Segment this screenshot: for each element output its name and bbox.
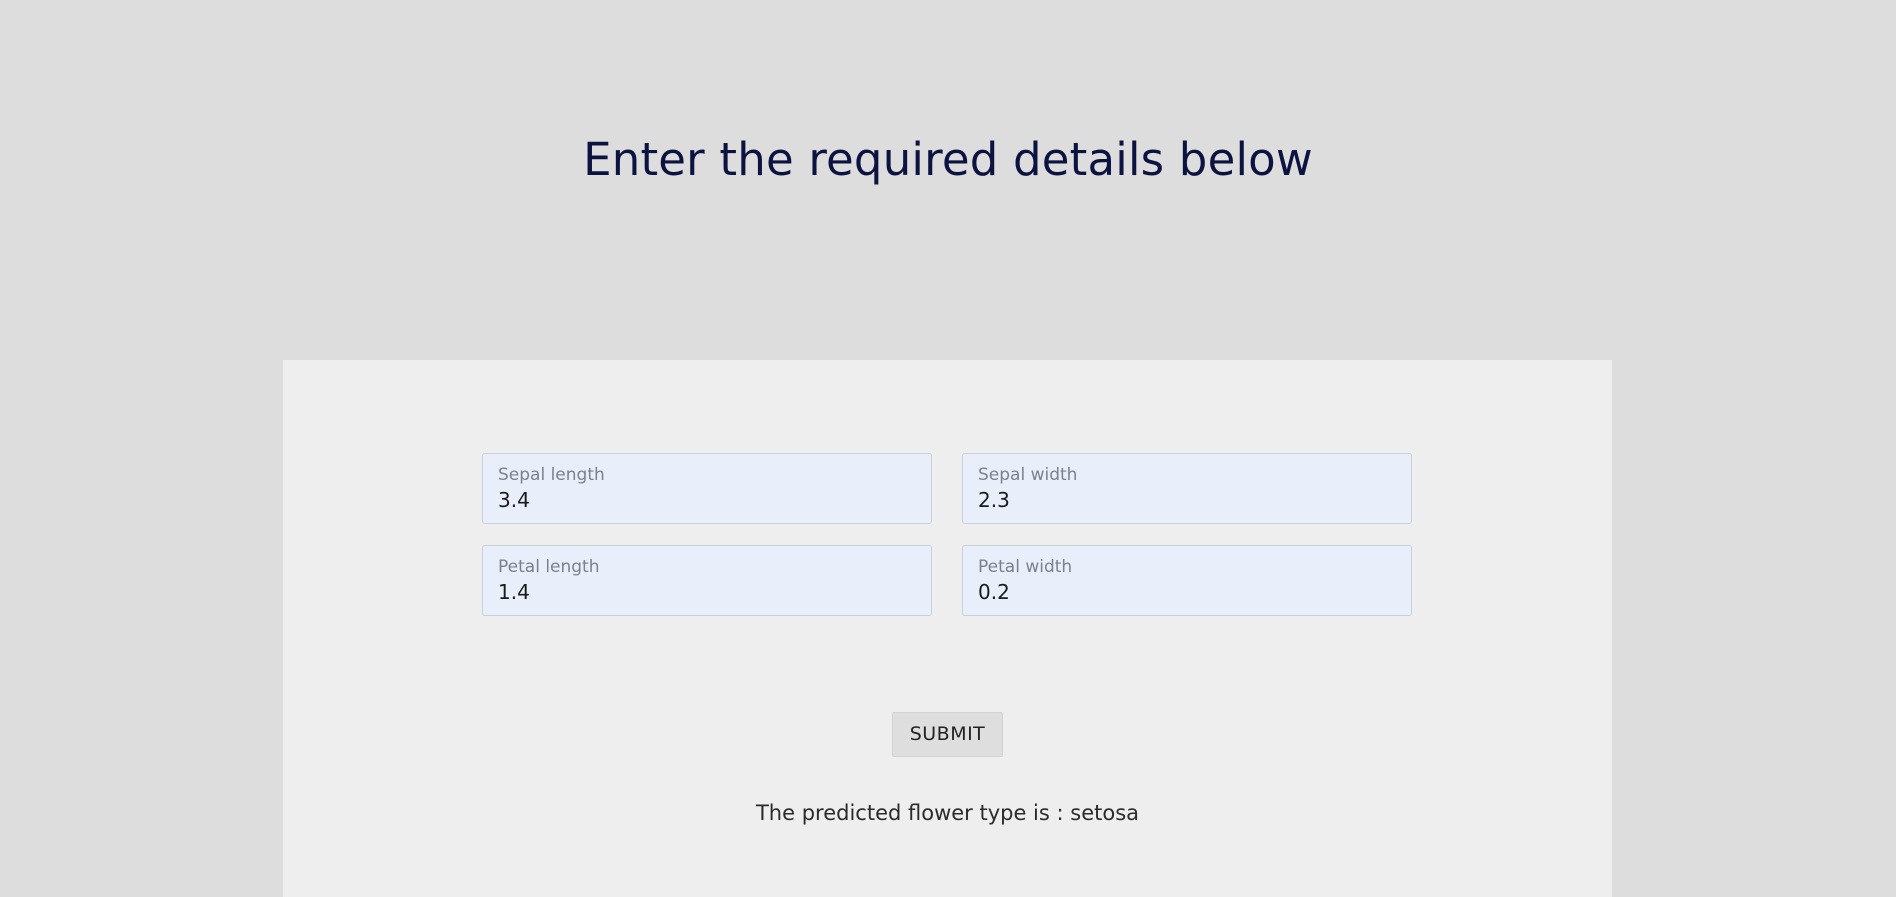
petal-width-label: Petal width [978,557,1073,577]
submit-button[interactable]: SUBMIT [892,712,1003,757]
page-title: Enter the required details below [583,133,1313,186]
prediction-form: Sepal length Sepal width Petal length Pe… [283,360,1612,897]
sepal-length-label: Sepal length [498,465,605,485]
sepal-length-input[interactable] [498,487,918,513]
petal-length-input[interactable] [498,579,918,605]
petal-width-input[interactable] [978,579,1398,605]
petal-width-field[interactable]: Petal width [962,545,1412,616]
petal-length-field[interactable]: Petal length [482,545,932,616]
sepal-width-input[interactable] [978,487,1398,513]
sepal-width-field[interactable]: Sepal width [962,453,1412,524]
sepal-width-label: Sepal width [978,465,1078,485]
sepal-length-field[interactable]: Sepal length [482,453,932,524]
prediction-result: The predicted flower type is : setosa [755,801,1140,825]
petal-length-label: Petal length [498,557,600,577]
page: Enter the required details below Sepal l… [0,0,1896,897]
